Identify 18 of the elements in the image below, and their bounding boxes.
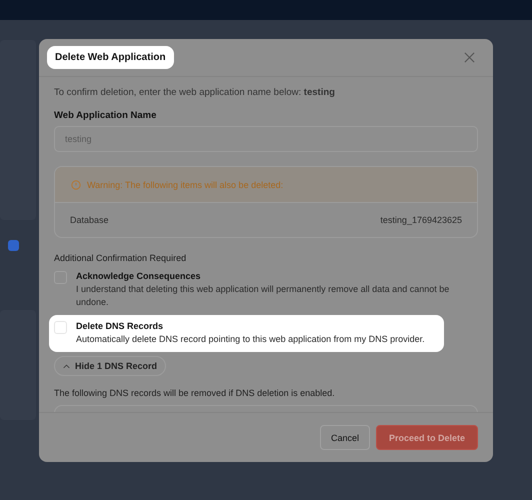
- toggle-button[interactable]: Hide 1 DNS Record: [54, 356, 166, 376]
- field-label: Web Application Name: [54, 110, 158, 121]
- option-title: Delete DNS Records: [76, 321, 164, 332]
- clock-icon: [71, 180, 81, 190]
- section-heading: Additional Confirmation Required: [54, 253, 188, 263]
- instruction-text: To confirm deletion, enter the web application name below: testing: [54, 87, 336, 98]
- item-value: testing_1769423625: [380, 215, 462, 225]
- cancel-button[interactable]: Cancel: [320, 425, 370, 450]
- option-title: Acknowledge Consequences: [76, 271, 202, 281]
- dns-note: The following DNS records will be removed if DNS deletion is enabled.: [54, 388, 336, 398]
- delete-button[interactable]: Proceed to Delete: [376, 425, 478, 450]
- warning-text: Warning: The following items will also be deleted:: [87, 180, 284, 190]
- item-label: Database: [70, 215, 109, 225]
- option-description: Automatically delete DNS record pointing to this web application from my DNS provider.: [76, 333, 425, 346]
- dialog-title: Delete Web Application: [47, 46, 174, 69]
- close-icon[interactable]: [464, 52, 475, 63]
- option-description: I understand that deleting this web application will permanently remove all data and cannot be undone.: [76, 283, 450, 310]
- chevron-icon: [63, 364, 70, 369]
